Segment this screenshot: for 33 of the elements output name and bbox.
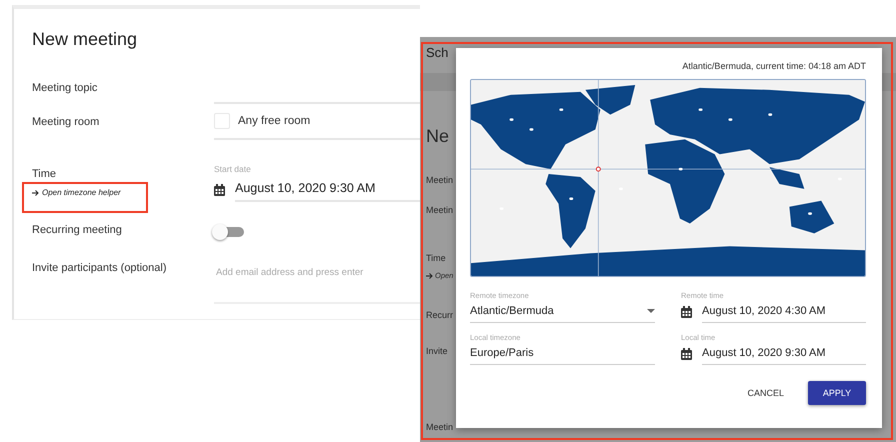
form-title: New meeting xyxy=(32,29,138,50)
background-text: Sch xyxy=(426,45,448,60)
field-label: Start date xyxy=(214,164,252,174)
background-text: Recurr xyxy=(426,310,454,320)
background-text: Invite xyxy=(426,346,448,356)
background-text: Meetin xyxy=(426,422,454,432)
field-label: Meeting topic xyxy=(32,82,98,94)
date-field[interactable]: August 10, 2020 9:30 AM xyxy=(702,347,866,365)
arrow-icon xyxy=(426,272,433,278)
calendar-icon[interactable] xyxy=(681,348,692,360)
background-text: Time xyxy=(426,253,446,263)
field-label: Invite participants (optional) xyxy=(32,262,168,274)
apply-button[interactable]: APPLY xyxy=(808,381,866,405)
field-label: Meeting room xyxy=(32,116,100,128)
background-text: Ne xyxy=(426,126,450,147)
checkbox-label: Any free room xyxy=(238,115,310,127)
field-label: Time xyxy=(32,168,58,180)
date-field[interactable]: August 10, 2020 9:30 AM xyxy=(235,178,420,202)
timezone-select[interactable]: Atlantic/Bermuda xyxy=(470,305,655,323)
cancel-button[interactable]: CANCEL xyxy=(739,381,792,405)
email-field[interactable]: Add email address and press enter xyxy=(214,266,424,279)
field-label: Recurring meeting xyxy=(32,224,123,236)
background-text: Meetin xyxy=(426,175,454,185)
calendar-icon[interactable] xyxy=(214,184,225,196)
toggle-switch[interactable] xyxy=(214,227,244,237)
dropdown-icon[interactable] xyxy=(647,309,655,313)
date-field[interactable]: August 10, 2020 4:30 AM xyxy=(702,305,866,323)
arrow-icon xyxy=(32,190,39,196)
current-time-text: Atlantic/Bermuda, current time: 04:18 am ADT xyxy=(681,61,866,71)
calendar-icon[interactable] xyxy=(681,306,692,318)
timezone-field[interactable]: Europe/Paris xyxy=(470,347,655,365)
timezone-helper-link[interactable]: Open timezone helper xyxy=(42,188,121,197)
background-text: Meetin xyxy=(426,205,454,215)
